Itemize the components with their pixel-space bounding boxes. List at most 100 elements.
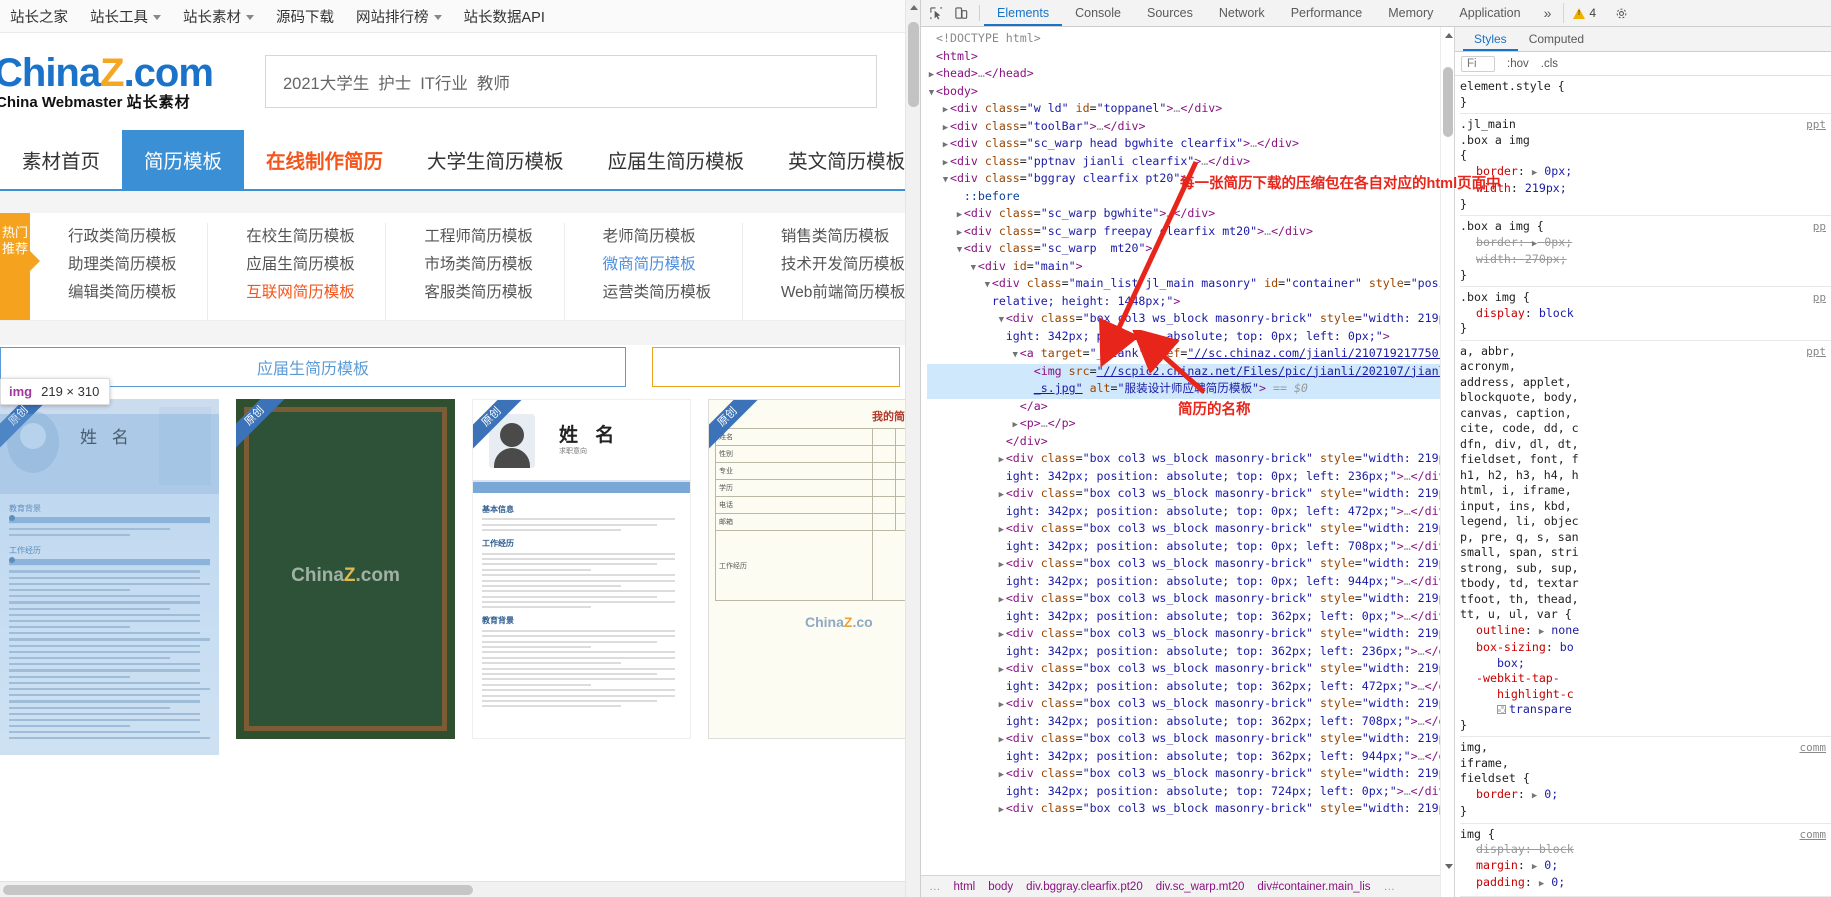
dom-line[interactable]: ight: 342px; position: absolute; top: 36…: [927, 714, 1454, 732]
dom-line[interactable]: ▶ <div class="w ld" id="toppanel">…</div>: [927, 101, 1454, 119]
style-rule[interactable]: pp .box a img {border: ▶ 0px; width: 270px…: [1460, 216, 1831, 287]
topbar-item-5[interactable]: 站长数据API: [464, 6, 545, 27]
expand-toggle-icon[interactable]: ▼: [983, 278, 992, 294]
style-property[interactable]: -webkit-tap-: [1460, 671, 1831, 687]
style-property[interactable]: outline: ▶ none: [1460, 623, 1831, 641]
breadcrumb-item[interactable]: div#container.main_lis: [1257, 881, 1370, 893]
thumbnail-item-2[interactable]: 原创 姓 名 求职意向 基本信息 工作经历 教育背景: [472, 399, 691, 739]
category-link-0-0[interactable]: 行政类简历模板: [68, 223, 207, 251]
nav-item-2[interactable]: 在线制作简历: [244, 130, 405, 189]
expand-toggle-icon[interactable]: ▼: [969, 261, 978, 277]
warning-badge[interactable]: 4: [1563, 3, 1605, 23]
dom-line[interactable]: <!DOCTYPE html>: [927, 31, 1454, 49]
category-link-2-1[interactable]: 市场类简历模板: [424, 251, 563, 279]
dom-line[interactable]: ▶ <div class="box col3 ws_block masonry-b…: [927, 731, 1454, 749]
expand-toggle-icon[interactable]: ▶: [997, 523, 1006, 539]
gear-icon[interactable]: [1607, 0, 1636, 26]
dom-line[interactable]: ▶ <div class="box col3 ws_block masonry-b…: [927, 591, 1454, 609]
thumbnail-item-3[interactable]: 原创 我的简历 姓名 性别 专业 学历 电话 邮箱 工作经历 ChinaZ.co: [708, 399, 920, 739]
inspect-cursor-icon[interactable]: [929, 6, 944, 21]
expand-toggle-icon[interactable]: ▶: [997, 453, 1006, 469]
expand-toggle-icon[interactable]: ▶: [941, 103, 950, 119]
filter-button-secondary[interactable]: [652, 347, 900, 387]
style-property[interactable]: width: 270px;: [1460, 252, 1831, 268]
dom-line[interactable]: </a>: [927, 399, 1454, 417]
thumbnail-item-1[interactable]: 原创 ChinaZ.com: [236, 399, 455, 739]
dom-line[interactable]: _s.jpg" alt="服装设计师应聘简历模板"> == $0: [927, 381, 1454, 399]
expand-toggle-icon[interactable]: ▶: [941, 138, 950, 154]
tab-network[interactable]: Network: [1206, 0, 1278, 26]
category-link-3-1[interactable]: 微商简历模板: [603, 251, 742, 279]
scroll-up-icon[interactable]: [910, 5, 918, 10]
dom-line[interactable]: ▶ <div class="box col3 ws_block masonry-b…: [927, 451, 1454, 469]
style-origin-link[interactable]: comm: [1800, 740, 1831, 756]
tab-console[interactable]: Console: [1062, 0, 1134, 26]
style-rule[interactable]: pp .box img {display: block}: [1460, 287, 1831, 341]
style-rule[interactable]: comm img {display: block margin: ▶ 0; paddi…: [1460, 824, 1831, 897]
hscroll-thumb[interactable]: [3, 884, 473, 895]
expand-toggle-icon[interactable]: ▼: [1011, 348, 1020, 364]
tab-performance[interactable]: Performance: [1278, 0, 1376, 26]
tab-styles[interactable]: Styles: [1463, 27, 1518, 51]
expand-toggle-icon[interactable]: ▶: [955, 208, 964, 224]
topbar-item-1[interactable]: 站长工具: [90, 6, 161, 27]
tab-sources[interactable]: Sources: [1134, 0, 1206, 26]
category-link-4-1[interactable]: 技术开发简历模板: [781, 251, 920, 279]
style-property[interactable]: display: block: [1460, 842, 1831, 858]
style-property[interactable]: box-sizing: bo: [1460, 640, 1831, 656]
expand-toggle-icon[interactable]: ▼: [955, 243, 964, 259]
nav-item-0[interactable]: 素材首页: [0, 130, 122, 189]
page-horizontal-scrollbar[interactable]: [0, 881, 920, 897]
nav-item-5[interactable]: 英文简历模板: [766, 130, 920, 189]
dom-line[interactable]: ight: 342px; position: absolute; top: 36…: [927, 609, 1454, 627]
dom-tree[interactable]: <!DOCTYPE html> <html> ▶ <head>…</head> ▼ <b…: [921, 27, 1454, 875]
expand-toggle-icon[interactable]: ▶: [997, 593, 1006, 609]
category-link-1-1[interactable]: 应届生简历模板: [246, 251, 385, 279]
breadcrumb-item[interactable]: …: [1384, 881, 1396, 893]
tab-memory[interactable]: Memory: [1375, 0, 1446, 26]
expand-toggle-icon[interactable]: ▶: [941, 156, 950, 172]
dom-line[interactable]: ▶ <div class="box col3 ws_block masonry-b…: [927, 556, 1454, 574]
style-rule[interactable]: comm img, iframe, fieldset {border: ▶ 0;}: [1460, 737, 1831, 824]
search-input[interactable]: 2021大学生 护士 IT行业 教师: [265, 55, 877, 108]
tab-application[interactable]: Application: [1446, 0, 1533, 26]
page-vertical-scrollbar[interactable]: [905, 0, 920, 897]
style-property[interactable]: border: ▶ 0px;: [1460, 164, 1831, 182]
style-property[interactable]: transpare: [1460, 702, 1831, 718]
scroll-up-icon[interactable]: [1445, 33, 1453, 38]
style-origin-link[interactable]: ppt: [1806, 117, 1831, 133]
hover-state-toggle[interactable]: :hov: [1507, 58, 1529, 70]
expand-toggle-icon[interactable]: ▼: [941, 173, 950, 189]
style-property[interactable]: padding: ▶ 0;: [1460, 875, 1831, 893]
dom-line[interactable]: ight: 342px; position: absolute; top: 72…: [927, 784, 1454, 802]
category-link-0-2[interactable]: 编辑类简历模板: [68, 279, 207, 307]
expand-shorthand-icon[interactable]: ▶: [1539, 625, 1544, 641]
category-link-0-1[interactable]: 助理类简历模板: [68, 251, 207, 279]
expand-toggle-icon[interactable]: ▶: [927, 68, 936, 84]
breadcrumb-item[interactable]: div.bggray.clearfix.pt20: [1026, 881, 1143, 893]
tab-computed[interactable]: Computed: [1518, 27, 1595, 51]
expand-shorthand-icon[interactable]: ▶: [1532, 860, 1537, 876]
expand-toggle-icon[interactable]: ▶: [997, 488, 1006, 504]
dom-line[interactable]: ▶ <div class="toolBar">…</div>: [927, 119, 1454, 137]
style-property[interactable]: border: ▶ 0;: [1460, 787, 1831, 805]
dom-line[interactable]: <img src="//scpic2.chinaz.net/Files/pic/…: [927, 363, 1454, 381]
dom-line[interactable]: ight: 342px; position: absolute; top: 36…: [927, 644, 1454, 662]
dom-line[interactable]: ▶ <p>…</p>: [927, 416, 1454, 434]
dom-line[interactable]: ▶ <div class="sc_warp freepay clearfix mt…: [927, 224, 1454, 242]
dom-line[interactable]: ▶ <div class="box col3 ws_block masonry-b…: [927, 521, 1454, 539]
style-property[interactable]: display: block: [1460, 306, 1831, 322]
expand-toggle-icon[interactable]: ▶: [997, 733, 1006, 749]
style-property[interactable]: highlight-c: [1460, 687, 1831, 703]
device-toolbar-icon[interactable]: [954, 6, 969, 21]
dom-line[interactable]: ight: 342px; position: absolute; top: 0p…: [927, 469, 1454, 487]
expand-toggle-icon[interactable]: ▶: [997, 628, 1006, 644]
dom-line[interactable]: <html>: [927, 49, 1454, 67]
color-swatch[interactable]: [1496, 705, 1506, 714]
nav-item-4[interactable]: 应届生简历模板: [586, 130, 767, 189]
expand-toggle-icon[interactable]: ▶: [997, 558, 1006, 574]
style-rule[interactable]: ppt .jl_main .box a img{border: ▶ 0px; widt…: [1460, 114, 1831, 216]
style-property[interactable]: margin: ▶ 0;: [1460, 858, 1831, 876]
expand-shorthand-icon[interactable]: ▶: [1532, 237, 1537, 253]
dom-line[interactable]: </div>: [927, 434, 1454, 452]
